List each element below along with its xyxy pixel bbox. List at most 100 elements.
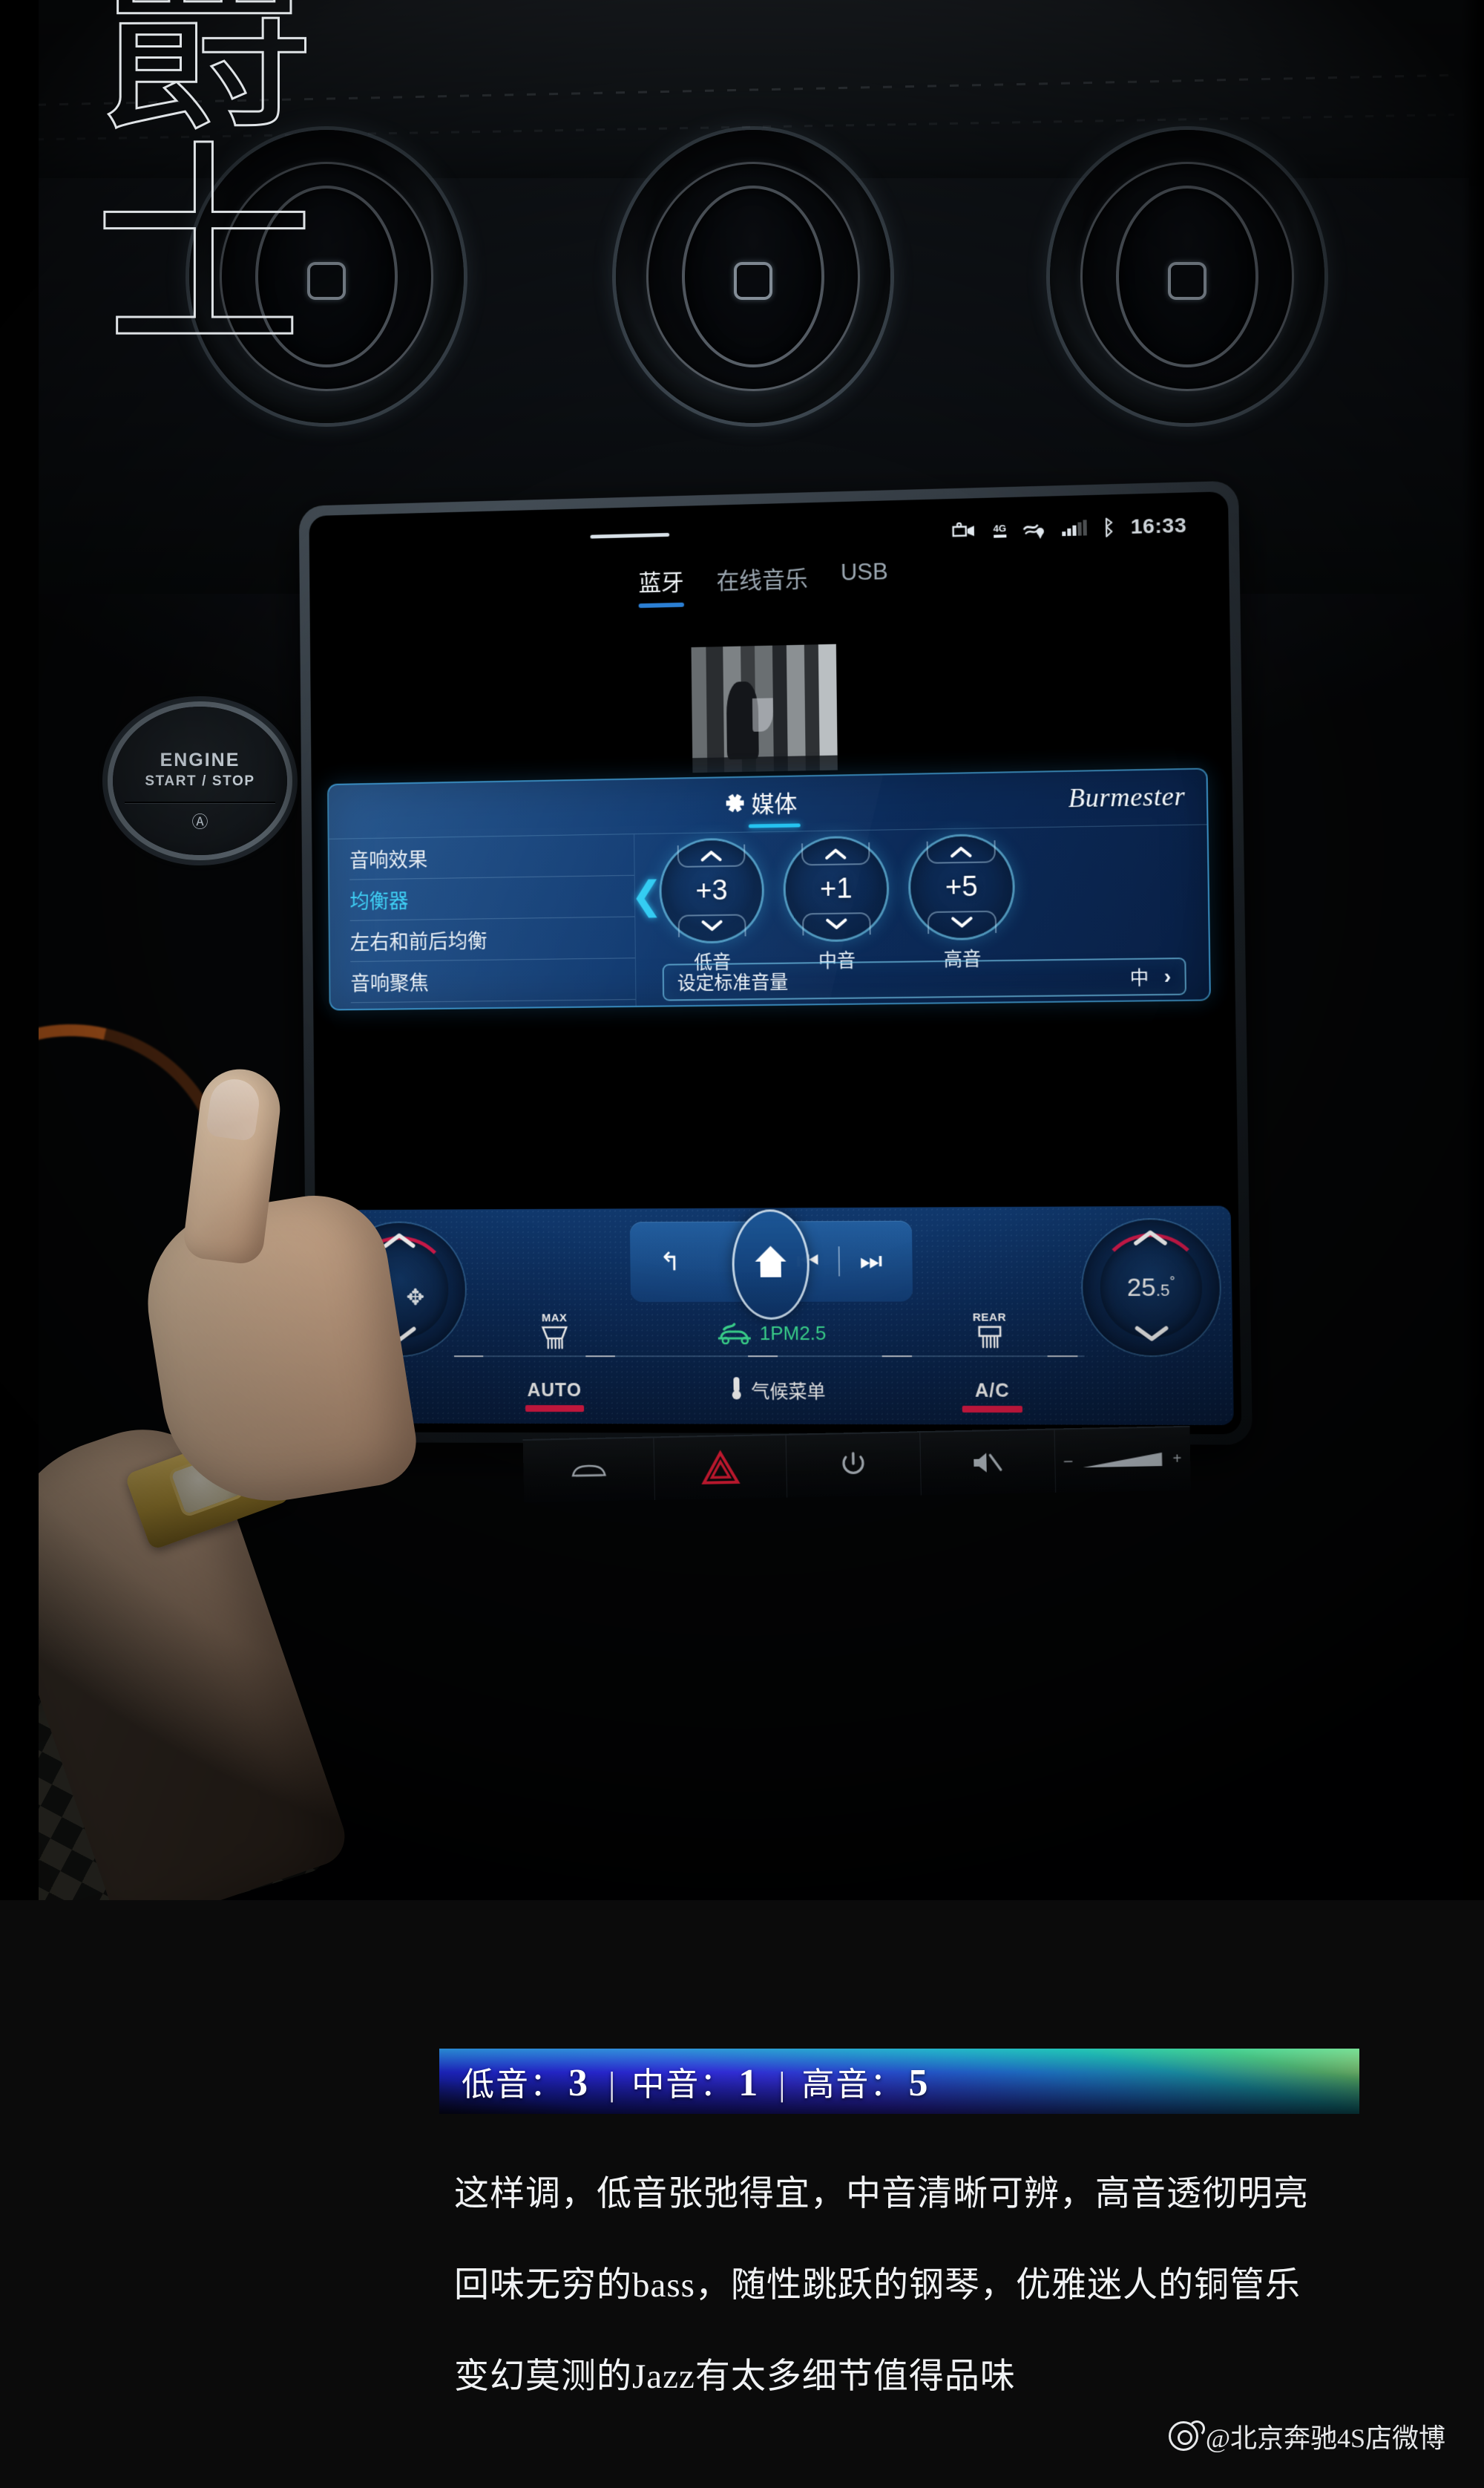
air-recirculation-icon bbox=[714, 1319, 755, 1348]
menu-item-balance-fader[interactable]: 左右和前后均衡 bbox=[349, 917, 635, 963]
standard-volume-row[interactable]: 设定标准音量 中 › bbox=[662, 957, 1187, 1001]
chevron-down-icon[interactable] bbox=[384, 1326, 417, 1347]
hazard-lights-key[interactable] bbox=[654, 1435, 788, 1500]
mute-key[interactable] bbox=[919, 1430, 1056, 1496]
dashcam-icon bbox=[951, 522, 977, 540]
banner-mid-key: 中音： bbox=[631, 2066, 735, 2103]
photo-right-edge bbox=[1462, 0, 1484, 1900]
chevron-down-icon[interactable] bbox=[825, 917, 847, 931]
chevron-up-icon[interactable] bbox=[382, 1231, 416, 1253]
chevron-down-icon[interactable] bbox=[701, 919, 723, 932]
chevron-up-icon[interactable] bbox=[824, 847, 847, 860]
fan-speed-dial[interactable]: ✥ bbox=[334, 1222, 466, 1356]
menu-item-equalizer[interactable]: 均衡器 bbox=[349, 875, 635, 921]
burmester-logo: Burmester bbox=[1068, 781, 1186, 813]
volume-wedge[interactable] bbox=[1083, 1453, 1162, 1467]
stepper-bass: +3 低音 bbox=[660, 839, 763, 975]
chevron-right-icon[interactable]: › bbox=[1163, 964, 1171, 989]
jazz-character-2: 士 bbox=[92, 130, 317, 376]
media-panel-title-group[interactable]: 媒体 bbox=[726, 785, 798, 825]
rear-defrost-button[interactable]: REAR bbox=[972, 1311, 1007, 1355]
gear-icon bbox=[726, 793, 744, 812]
home-button[interactable] bbox=[731, 1209, 810, 1320]
steering-wheel-rim bbox=[0, 963, 291, 1404]
climate-control-bar: ✥ 25.5° ↰ ⏭ MAX 1PM2.5 REAR AUTO 气候菜单 A/… bbox=[322, 1205, 1234, 1425]
bass-knob[interactable]: +3 bbox=[660, 839, 763, 942]
air-vent-right-icon[interactable] bbox=[1050, 130, 1324, 423]
photo-left-edge bbox=[0, 0, 39, 1900]
stepper-mid: +1 中音 bbox=[784, 837, 888, 974]
volume-slider-group[interactable]: – + bbox=[1064, 1450, 1182, 1470]
front-defrost-label: MAX bbox=[541, 1312, 568, 1325]
volume-slider[interactable]: – + bbox=[1054, 1427, 1191, 1493]
chevron-down-icon[interactable] bbox=[1134, 1324, 1169, 1346]
windshield-defrost-icon bbox=[540, 1325, 570, 1355]
banner-bass-key: 低音： bbox=[462, 2066, 564, 2103]
vehicle-settings-key[interactable] bbox=[522, 1438, 656, 1503]
menu-item-sound-effects[interactable]: 音响效果 bbox=[349, 834, 634, 880]
treble-knob[interactable]: +5 bbox=[910, 835, 1014, 939]
temperature-integer: 25 bbox=[1126, 1272, 1156, 1302]
chevron-up-icon[interactable] bbox=[700, 849, 723, 862]
banner-mid-value: 1 bbox=[738, 2062, 758, 2104]
cellular-bars-icon bbox=[1062, 520, 1087, 537]
tab-usb[interactable]: USB bbox=[841, 558, 889, 603]
vent-hub[interactable] bbox=[1168, 261, 1206, 301]
air-recirculation-indicator[interactable]: 1PM2.5 bbox=[714, 1319, 827, 1348]
menu-item-sound-focus[interactable]: 音响聚焦 bbox=[350, 958, 636, 1004]
climate-bottom-controls: AUTO 气候菜单 A/C bbox=[454, 1364, 1086, 1417]
equalizer-controls: +3 低音 +1 中音 +5 高音 设定标准音量 中 › bbox=[634, 825, 1209, 1006]
weibo-watermark: @北京奔驰4S店微博 bbox=[1168, 2417, 1445, 2455]
next-track-icon[interactable]: ⏭ bbox=[859, 1247, 882, 1276]
wristwatch bbox=[124, 1424, 292, 1551]
media-panel-title: 媒体 bbox=[751, 790, 798, 818]
tab-bluetooth[interactable]: 蓝牙 bbox=[638, 563, 684, 608]
back-icon[interactable]: ↰ bbox=[660, 1247, 681, 1277]
air-vent-center-icon[interactable] bbox=[616, 130, 890, 423]
engine-button-divider bbox=[125, 802, 275, 803]
chevron-up-icon[interactable] bbox=[1133, 1228, 1169, 1251]
mid-knob[interactable]: +1 bbox=[784, 837, 887, 940]
volume-minus-label[interactable]: – bbox=[1064, 1453, 1073, 1470]
home-icon bbox=[750, 1241, 791, 1288]
banner-treble-value: 5 bbox=[908, 2062, 928, 2104]
caption-line-1: 这样调，低音张弛得宜，中音清晰可辨，高音透彻明亮 bbox=[454, 2175, 1309, 2213]
tab-online-music[interactable]: 在线音乐 bbox=[716, 560, 808, 606]
sound-settings-menu[interactable]: 音响效果 均衡器 左右和前后均衡 音响聚焦 设 bbox=[329, 834, 637, 1009]
volume-plus-label[interactable]: + bbox=[1172, 1450, 1181, 1467]
bluetooth-icon bbox=[1103, 517, 1114, 537]
climate-icon-row: MAX 1PM2.5 REAR bbox=[468, 1311, 1080, 1355]
navigation-icon bbox=[1022, 520, 1045, 540]
power-key[interactable] bbox=[786, 1433, 922, 1498]
forearm bbox=[0, 1405, 353, 1900]
temperature-value-group: 25.5° bbox=[1083, 1273, 1220, 1303]
banner-bass-value: 3 bbox=[568, 2062, 588, 2104]
weibo-icon bbox=[1168, 2420, 1205, 2451]
bass-value: +3 bbox=[695, 874, 728, 906]
front-defrost-button[interactable]: MAX bbox=[539, 1312, 569, 1355]
engine-start-stop-button[interactable]: ENGINE START / STOP Ⓐ bbox=[113, 707, 287, 855]
banner-values-row: 低音： 3 | 中音： 1 | 高音： 5 bbox=[462, 2057, 932, 2105]
mid-value: +1 bbox=[819, 872, 853, 905]
mbux-screen[interactable]: 4G 16:33 蓝牙 在线音乐 USB 媒体 Burmester 音响效果 均… bbox=[309, 491, 1242, 1435]
album-art-saxophone bbox=[752, 698, 774, 732]
hard-key-bar: – + bbox=[522, 1425, 1192, 1503]
temperature-dial[interactable]: 25.5° bbox=[1082, 1219, 1221, 1356]
rear-window-defrost-icon bbox=[974, 1325, 1005, 1355]
chevron-down-icon[interactable] bbox=[951, 915, 974, 929]
album-art-floor bbox=[692, 755, 838, 773]
4g-signal-icon: 4G bbox=[994, 523, 1007, 538]
climate-menu-button[interactable]: 气候菜单 bbox=[729, 1375, 826, 1406]
caption-line-3: 变幻莫测的Jazz有太多细节值得品味 bbox=[454, 2357, 1016, 2396]
rear-defrost-label: REAR bbox=[972, 1311, 1007, 1324]
climate-sliders[interactable] bbox=[453, 1355, 1085, 1358]
ac-button[interactable]: A/C bbox=[975, 1380, 1010, 1401]
auto-button[interactable]: AUTO bbox=[527, 1380, 582, 1401]
vent-hub[interactable] bbox=[734, 261, 772, 301]
caption-line-2: 回味无穷的bass，随性跳跃的钢琴，优雅迷人的铜管乐 bbox=[454, 2266, 1301, 2305]
chevron-up-icon[interactable] bbox=[950, 845, 973, 860]
watch-face bbox=[167, 1449, 246, 1519]
degree-symbol: ° bbox=[1169, 1274, 1175, 1289]
equalizer-steppers: +3 低音 +1 中音 +5 高音 bbox=[660, 833, 1186, 975]
jazz-outline-characters: 爵 士 bbox=[45, 0, 364, 534]
